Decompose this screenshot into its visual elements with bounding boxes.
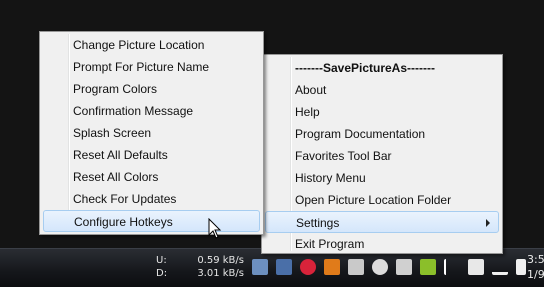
submenu-item-confirmation-message[interactable]: Confirmation Message <box>40 100 263 122</box>
submenu-item-program-colors[interactable]: Program Colors <box>40 78 263 100</box>
chat-bubble-icon[interactable] <box>372 259 388 275</box>
submenu-arrow-icon <box>486 219 490 227</box>
menu-header-title: -------SavePictureAs------- <box>295 61 435 75</box>
upload-label: U: <box>156 255 167 266</box>
submenu-item-splash-screen[interactable]: Splash Screen <box>40 122 263 144</box>
clock-date: 1/9 <box>527 268 544 281</box>
main-context-menu: -------SavePictureAs------- About Help P… <box>261 54 503 254</box>
network-meter: U: 0.59 kB/s D: 3.01 kB/s <box>156 254 244 280</box>
flag-icon[interactable] <box>444 259 460 275</box>
green-box-icon[interactable] <box>420 259 436 275</box>
menu-item-about[interactable]: About <box>262 79 502 101</box>
speaker-icon[interactable] <box>516 259 526 275</box>
submenu-item-prompt-for-picture-name[interactable]: Prompt For Picture Name <box>40 56 263 78</box>
menu-item-open-picture-location-folder[interactable]: Open Picture Location Folder <box>262 189 502 211</box>
submenu-item-reset-all-defaults[interactable]: Reset All Defaults <box>40 144 263 166</box>
download-label: D: <box>156 268 168 279</box>
plug-icon[interactable] <box>468 259 484 275</box>
upload-value: 0.59 kB/s <box>197 255 244 266</box>
menu-item-exit-program[interactable]: Exit Program <box>262 233 502 255</box>
submenu-item-reset-all-colors[interactable]: Reset All Colors <box>40 166 263 188</box>
clock-time: 3:5 <box>527 253 544 266</box>
signal-icon[interactable] <box>492 259 508 275</box>
camera-icon[interactable] <box>396 259 412 275</box>
image-icon[interactable] <box>252 259 268 275</box>
system-tray <box>252 258 534 276</box>
menu-item-program-documentation[interactable]: Program Documentation <box>262 123 502 145</box>
shield-icon[interactable] <box>348 259 364 275</box>
submenu-item-configure-hotkeys[interactable]: Configure Hotkeys <box>43 210 260 232</box>
monitor-icon[interactable] <box>276 259 292 275</box>
settings-submenu: Change Picture Location Prompt For Pictu… <box>39 31 264 235</box>
submenu-item-change-picture-location[interactable]: Change Picture Location <box>40 34 263 56</box>
mouse-cursor-icon <box>208 218 222 239</box>
menu-item-favorites-tool-bar[interactable]: Favorites Tool Bar <box>262 145 502 167</box>
download-value: 3.01 kB/s <box>197 268 244 279</box>
menu-item-history-menu[interactable]: History Menu <box>262 167 502 189</box>
flame-icon[interactable] <box>324 259 340 275</box>
red-circle-icon[interactable] <box>300 259 316 275</box>
menu-item-help[interactable]: Help <box>262 101 502 123</box>
submenu-item-check-for-updates[interactable]: Check For Updates <box>40 188 263 210</box>
menu-item-settings[interactable]: Settings <box>265 211 499 233</box>
tray-clock[interactable]: 3:5 1/9 <box>527 252 544 282</box>
